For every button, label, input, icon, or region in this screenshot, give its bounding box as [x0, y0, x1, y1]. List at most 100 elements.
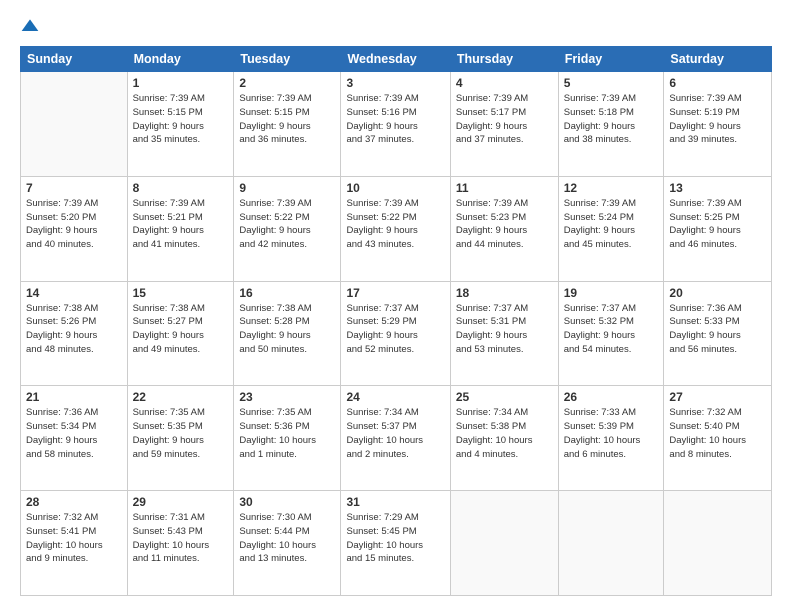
- header-monday: Monday: [127, 47, 234, 72]
- calendar-table: Sunday Monday Tuesday Wednesday Thursday…: [20, 46, 772, 596]
- calendar-cell: 6 Sunrise: 7:39 AM Sunset: 5:19 PM Daylig…: [664, 72, 772, 177]
- day-number: 28: [26, 495, 122, 509]
- calendar-cell: 26 Sunrise: 7:33 AM Sunset: 5:39 PM Dayli…: [558, 386, 664, 491]
- day-info: Sunrise: 7:34 AM Sunset: 5:37 PM Dayligh…: [346, 406, 444, 461]
- day-info: Sunrise: 7:35 AM Sunset: 5:35 PM Dayligh…: [133, 406, 229, 461]
- day-number: 11: [456, 181, 553, 195]
- header: [20, 16, 772, 36]
- day-info: Sunrise: 7:39 AM Sunset: 5:15 PM Dayligh…: [133, 92, 229, 147]
- calendar-cell: 11 Sunrise: 7:39 AM Sunset: 5:23 PM Dayli…: [450, 176, 558, 281]
- day-number: 10: [346, 181, 444, 195]
- day-info: Sunrise: 7:39 AM Sunset: 5:17 PM Dayligh…: [456, 92, 553, 147]
- day-info: Sunrise: 7:29 AM Sunset: 5:45 PM Dayligh…: [346, 511, 444, 566]
- calendar-cell: [450, 491, 558, 596]
- header-wednesday: Wednesday: [341, 47, 450, 72]
- header-thursday: Thursday: [450, 47, 558, 72]
- day-info: Sunrise: 7:39 AM Sunset: 5:24 PM Dayligh…: [564, 197, 659, 252]
- day-number: 8: [133, 181, 229, 195]
- day-number: 26: [564, 390, 659, 404]
- calendar-cell: 9 Sunrise: 7:39 AM Sunset: 5:22 PM Daylig…: [234, 176, 341, 281]
- weekday-header-row: Sunday Monday Tuesday Wednesday Thursday…: [21, 47, 772, 72]
- calendar-cell: 27Sunrise: 7:32 AM Sunset: 5:40 PM Dayli…: [664, 386, 772, 491]
- calendar-cell: 15 Sunrise: 7:38 AM Sunset: 5:27 PM Dayli…: [127, 281, 234, 386]
- day-number: 24: [346, 390, 444, 404]
- day-number: 2: [239, 76, 335, 90]
- day-info: Sunrise: 7:32 AM Sunset: 5:40 PM Dayligh…: [669, 406, 766, 461]
- calendar-cell: 24 Sunrise: 7:34 AM Sunset: 5:37 PM Dayli…: [341, 386, 450, 491]
- day-info: Sunrise: 7:37 AM Sunset: 5:29 PM Dayligh…: [346, 302, 444, 357]
- day-info: Sunrise: 7:39 AM Sunset: 5:16 PM Dayligh…: [346, 92, 444, 147]
- header-saturday: Saturday: [664, 47, 772, 72]
- day-info: Sunrise: 7:39 AM Sunset: 5:19 PM Dayligh…: [669, 92, 766, 147]
- calendar-cell: [664, 491, 772, 596]
- day-number: 23: [239, 390, 335, 404]
- day-number: 22: [133, 390, 229, 404]
- calendar-cell: 18 Sunrise: 7:37 AM Sunset: 5:31 PM Dayli…: [450, 281, 558, 386]
- day-info: Sunrise: 7:30 AM Sunset: 5:44 PM Dayligh…: [239, 511, 335, 566]
- day-info: Sunrise: 7:34 AM Sunset: 5:38 PM Dayligh…: [456, 406, 553, 461]
- day-number: 12: [564, 181, 659, 195]
- week-row-4: 21 Sunrise: 7:36 AM Sunset: 5:34 PM Dayli…: [21, 386, 772, 491]
- page: Sunday Monday Tuesday Wednesday Thursday…: [0, 0, 792, 612]
- day-info: Sunrise: 7:39 AM Sunset: 5:23 PM Dayligh…: [456, 197, 553, 252]
- day-number: 16: [239, 286, 335, 300]
- calendar-cell: 4 Sunrise: 7:39 AM Sunset: 5:17 PM Daylig…: [450, 72, 558, 177]
- week-row-2: 7 Sunrise: 7:39 AM Sunset: 5:20 PM Daylig…: [21, 176, 772, 281]
- calendar-cell: 17 Sunrise: 7:37 AM Sunset: 5:29 PM Dayli…: [341, 281, 450, 386]
- calendar-cell: 22 Sunrise: 7:35 AM Sunset: 5:35 PM Dayli…: [127, 386, 234, 491]
- day-info: Sunrise: 7:39 AM Sunset: 5:18 PM Dayligh…: [564, 92, 659, 147]
- day-number: 18: [456, 286, 553, 300]
- day-info: Sunrise: 7:38 AM Sunset: 5:27 PM Dayligh…: [133, 302, 229, 357]
- day-info: Sunrise: 7:39 AM Sunset: 5:22 PM Dayligh…: [346, 197, 444, 252]
- day-info: Sunrise: 7:31 AM Sunset: 5:43 PM Dayligh…: [133, 511, 229, 566]
- day-number: 29: [133, 495, 229, 509]
- calendar-cell: 10 Sunrise: 7:39 AM Sunset: 5:22 PM Dayli…: [341, 176, 450, 281]
- day-number: 3: [346, 76, 444, 90]
- day-number: 1: [133, 76, 229, 90]
- day-number: 14: [26, 286, 122, 300]
- day-number: 17: [346, 286, 444, 300]
- calendar-cell: 2 Sunrise: 7:39 AM Sunset: 5:15 PM Daylig…: [234, 72, 341, 177]
- calendar-cell: 16Sunrise: 7:38 AM Sunset: 5:28 PM Dayli…: [234, 281, 341, 386]
- calendar-cell: 3 Sunrise: 7:39 AM Sunset: 5:16 PM Daylig…: [341, 72, 450, 177]
- day-info: Sunrise: 7:39 AM Sunset: 5:22 PM Dayligh…: [239, 197, 335, 252]
- calendar-cell: 8 Sunrise: 7:39 AM Sunset: 5:21 PM Daylig…: [127, 176, 234, 281]
- header-friday: Friday: [558, 47, 664, 72]
- calendar-cell: [21, 72, 128, 177]
- day-number: 5: [564, 76, 659, 90]
- day-number: 6: [669, 76, 766, 90]
- calendar-cell: 30 Sunrise: 7:30 AM Sunset: 5:44 PM Dayli…: [234, 491, 341, 596]
- header-sunday: Sunday: [21, 47, 128, 72]
- day-number: 19: [564, 286, 659, 300]
- calendar-cell: 23 Sunrise: 7:35 AM Sunset: 5:36 PM Dayli…: [234, 386, 341, 491]
- day-info: Sunrise: 7:39 AM Sunset: 5:15 PM Dayligh…: [239, 92, 335, 147]
- day-number: 20: [669, 286, 766, 300]
- day-number: 4: [456, 76, 553, 90]
- day-info: Sunrise: 7:35 AM Sunset: 5:36 PM Dayligh…: [239, 406, 335, 461]
- day-number: 15: [133, 286, 229, 300]
- day-info: Sunrise: 7:37 AM Sunset: 5:32 PM Dayligh…: [564, 302, 659, 357]
- calendar-cell: 1 Sunrise: 7:39 AM Sunset: 5:15 PM Daylig…: [127, 72, 234, 177]
- day-number: 30: [239, 495, 335, 509]
- calendar-cell: 21 Sunrise: 7:36 AM Sunset: 5:34 PM Dayli…: [21, 386, 128, 491]
- calendar-cell: 25Sunrise: 7:34 AM Sunset: 5:38 PM Dayli…: [450, 386, 558, 491]
- day-info: Sunrise: 7:36 AM Sunset: 5:34 PM Dayligh…: [26, 406, 122, 461]
- day-info: Sunrise: 7:38 AM Sunset: 5:26 PM Dayligh…: [26, 302, 122, 357]
- day-number: 21: [26, 390, 122, 404]
- day-info: Sunrise: 7:36 AM Sunset: 5:33 PM Dayligh…: [669, 302, 766, 357]
- week-row-5: 28Sunrise: 7:32 AM Sunset: 5:41 PM Dayli…: [21, 491, 772, 596]
- day-number: 7: [26, 181, 122, 195]
- calendar-cell: 19 Sunrise: 7:37 AM Sunset: 5:32 PM Dayli…: [558, 281, 664, 386]
- day-number: 9: [239, 181, 335, 195]
- calendar-cell: 7 Sunrise: 7:39 AM Sunset: 5:20 PM Daylig…: [21, 176, 128, 281]
- day-info: Sunrise: 7:39 AM Sunset: 5:21 PM Dayligh…: [133, 197, 229, 252]
- calendar-cell: 12 Sunrise: 7:39 AM Sunset: 5:24 PM Dayli…: [558, 176, 664, 281]
- day-info: Sunrise: 7:37 AM Sunset: 5:31 PM Dayligh…: [456, 302, 553, 357]
- calendar-cell: 31 Sunrise: 7:29 AM Sunset: 5:45 PM Dayli…: [341, 491, 450, 596]
- day-number: 31: [346, 495, 444, 509]
- day-info: Sunrise: 7:33 AM Sunset: 5:39 PM Dayligh…: [564, 406, 659, 461]
- day-info: Sunrise: 7:39 AM Sunset: 5:25 PM Dayligh…: [669, 197, 766, 252]
- calendar-cell: [558, 491, 664, 596]
- calendar-cell: 5 Sunrise: 7:39 AM Sunset: 5:18 PM Daylig…: [558, 72, 664, 177]
- day-info: Sunrise: 7:39 AM Sunset: 5:20 PM Dayligh…: [26, 197, 122, 252]
